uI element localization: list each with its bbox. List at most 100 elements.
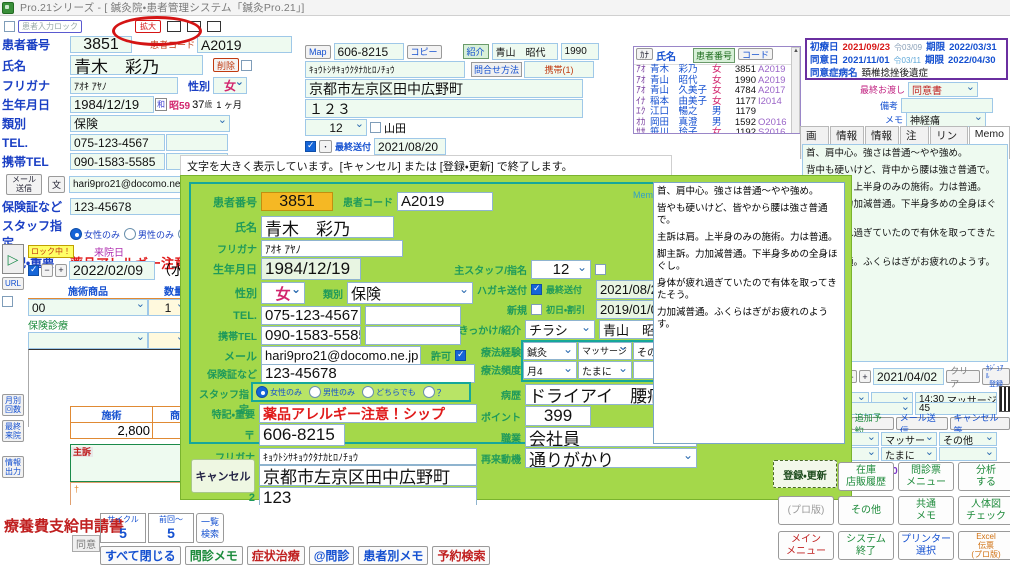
- modal-cancel-button[interactable]: キャンセル: [191, 459, 255, 493]
- modal-staff-radio-female[interactable]: [256, 386, 268, 398]
- last-send-field[interactable]: 2021/08/20: [374, 138, 447, 155]
- info-output-button[interactable]: 情報 出力: [2, 456, 24, 478]
- modal-gender-select[interactable]: 女: [261, 282, 305, 304]
- birthday-field[interactable]: 1984/12/19: [70, 96, 154, 113]
- record-icon-2[interactable]: [187, 21, 201, 32]
- patient-list-col-name[interactable]: 氏名: [656, 48, 676, 63]
- modal-tel-field[interactable]: 075-123-4567: [261, 306, 361, 325]
- modal-patient-no-field[interactable]: 3851: [261, 192, 333, 211]
- patient-input-lock-checkbox[interactable]: [4, 21, 15, 32]
- patient-list-scrollbar[interactable]: [791, 47, 800, 133]
- reserve-date-increment[interactable]: +: [859, 370, 871, 383]
- patient-list-row[interactable]: ｱｵ 青木 彩乃 女 3851 A2019: [634, 64, 800, 76]
- consent-memo-select[interactable]: 神経痛: [906, 112, 987, 127]
- modal-trigger-select[interactable]: チラシ: [525, 320, 595, 339]
- modal-therapy-freq-2[interactable]: たまに: [578, 361, 632, 379]
- modal-main-staff-field[interactable]: 12: [531, 260, 591, 279]
- modal-postal-field[interactable]: 606-8215: [259, 424, 345, 446]
- main-staff-checkbox[interactable]: [370, 122, 381, 133]
- modal-revisit-select[interactable]: 通りがかり: [525, 448, 697, 468]
- reservation-mail-button[interactable]: メール送信: [895, 413, 948, 436]
- pro-version-button[interactable]: (プロ版): [778, 496, 834, 525]
- record-icon-1[interactable]: [167, 21, 181, 32]
- modal-birthday-field[interactable]: 1984/12/19: [261, 258, 361, 280]
- reservation-search-button[interactable]: 予約検索: [432, 546, 491, 565]
- kana-field[interactable]: ｱｵｷ ｱﾔﾉ: [70, 77, 178, 94]
- modal-submit-button[interactable]: 登録・更新: [773, 460, 837, 488]
- add-reservation-button[interactable]: 追加予約: [850, 413, 894, 436]
- mobile-field[interactable]: 090-1583-5585: [70, 153, 165, 170]
- monthly-count-button[interactable]: 月別 回数: [2, 394, 24, 416]
- treatment-item-row2[interactable]: [28, 332, 148, 349]
- copy-button[interactable]: コピー: [406, 44, 442, 59]
- patient-list-col-no[interactable]: 患者番号: [693, 48, 736, 63]
- visit-date-checkbox[interactable]: [28, 264, 39, 276]
- addr-kana-field[interactable]: ｷｮｳﾄｼｻｷｮｳｸﾀﾅｶﾋﾛﾉﾁｮｳ: [305, 61, 465, 78]
- compose-icon[interactable]: 文: [48, 175, 65, 193]
- staff-pref-radio-male[interactable]: [124, 228, 137, 240]
- modal-name-field[interactable]: 青木 彩乃: [261, 216, 394, 238]
- printer-select-button[interactable]: プリンター 選択: [898, 531, 954, 560]
- side-checkbox[interactable]: [2, 296, 13, 307]
- casual-register-button[interactable]: ｶｼﾞｭｱﾙ 登録: [981, 365, 1010, 388]
- patient-code-field[interactable]: A2019: [197, 36, 293, 53]
- modal-kana-field[interactable]: ｱｵｷ ｱﾔﾉ: [261, 240, 403, 257]
- bg-therapy-exp-3[interactable]: その他: [939, 432, 997, 446]
- postcard-dot-icon[interactable]: ･: [319, 140, 332, 153]
- date-decrement-button[interactable]: −: [41, 263, 53, 277]
- close-all-button[interactable]: すべて閉じる: [100, 546, 181, 565]
- modal-staff-radio-male[interactable]: [309, 386, 321, 398]
- delete-checkbox[interactable]: [241, 59, 253, 71]
- patient-list-row[interactable]: ｴｸ 江口 暢之 男 1179: [634, 106, 800, 118]
- excel-slip-button[interactable]: Excel 伝票 (プロ版): [958, 531, 1010, 560]
- treatment-item-row1[interactable]: 00: [28, 299, 148, 316]
- url-button[interactable]: URL: [2, 277, 24, 290]
- modal-staff-radio-unknown[interactable]: [422, 386, 435, 398]
- patient-no-field[interactable]: 3851: [70, 36, 132, 53]
- modal-points-field[interactable]: 399: [525, 406, 591, 426]
- expand-arrow-icon[interactable]: ▷: [2, 244, 24, 274]
- patient-list[interactable]: ｶﾅ 氏名 患者番号 コード ｱｵ 青木 彩乃女 3851 A2019 ｱｵ 青山 昭代女…: [633, 46, 801, 134]
- visit-date-field[interactable]: 2022/02/09: [69, 260, 155, 280]
- category-select[interactable]: 保険: [70, 115, 230, 132]
- symptom-treatment-button[interactable]: 症状治療: [246, 546, 305, 565]
- record-icon-3[interactable]: [207, 21, 221, 32]
- modal-new-checkbox[interactable]: [531, 304, 542, 315]
- date-increment-button[interactable]: +: [55, 263, 67, 277]
- modal-addr1-field[interactable]: 京都市左京区田中広野町: [259, 465, 477, 486]
- modal-staff-radio-either[interactable]: [362, 386, 374, 398]
- modal-main-staff-checkbox[interactable]: [595, 264, 606, 275]
- interview-memo-button[interactable]: 問診メモ: [184, 546, 243, 565]
- contact-method-value[interactable]: 携帯(1): [524, 61, 595, 78]
- main-staff-field[interactable]: 12: [305, 119, 367, 136]
- patient-list-col-code[interactable]: コード: [738, 48, 774, 60]
- consent-label-bottom[interactable]: 同意: [72, 535, 100, 552]
- modal-memo-panel[interactable]: 首、肩中心。強さは普通〜やや強め。 皆やも硬いけど、皆やから腰は強さ普通で。 主訴は…: [653, 182, 845, 444]
- reservation-clear-button[interactable]: クリア: [946, 366, 980, 389]
- modal-therapy-exp-2[interactable]: マッサージ: [578, 342, 632, 360]
- modal-postcard-checkbox[interactable]: [531, 283, 542, 295]
- modal-mail-field[interactable]: hari9pro21@docomo.ne.jp: [261, 346, 421, 365]
- addr2-field[interactable]: １２３: [305, 99, 583, 118]
- inventory-history-button[interactable]: 在庫 店販履歴: [838, 462, 894, 491]
- mail-send-button[interactable]: メール 送信: [6, 173, 42, 195]
- last-visit-button[interactable]: 最終 来院: [2, 420, 24, 442]
- zoom-button[interactable]: 拡大: [135, 20, 161, 33]
- postal-field[interactable]: 606-8215: [333, 43, 404, 60]
- tel-field[interactable]: 075-123-4567: [70, 134, 165, 151]
- common-memo-button[interactable]: 共通 メモ: [898, 496, 954, 525]
- patient-list-col-kana[interactable]: ｶﾅ: [636, 48, 654, 60]
- main-menu-button[interactable]: メイン メニュー: [778, 531, 834, 560]
- delete-button[interactable]: 削除: [213, 58, 240, 72]
- bg-therapy-freq-3[interactable]: [939, 447, 997, 461]
- intro-badge[interactable]: 紹介: [462, 44, 489, 59]
- system-exit-button[interactable]: システム 終了: [838, 531, 894, 560]
- patient-memo-button[interactable]: 患者別メモ: [358, 546, 429, 565]
- gender-select[interactable]: 女: [213, 77, 247, 94]
- addr1-field[interactable]: 京都市左京区田中広野町: [305, 79, 583, 98]
- reservation-date-field[interactable]: 2021/04/02: [873, 368, 945, 385]
- body-chart-check-button[interactable]: 人体図 チェック: [958, 496, 1010, 525]
- patient-list-row[interactable]: ｱｵ 青山 久美子女 4784 A2017: [634, 85, 800, 97]
- era-toggle-icon[interactable]: 和: [155, 98, 167, 111]
- intro-no-field[interactable]: 1990: [560, 43, 599, 60]
